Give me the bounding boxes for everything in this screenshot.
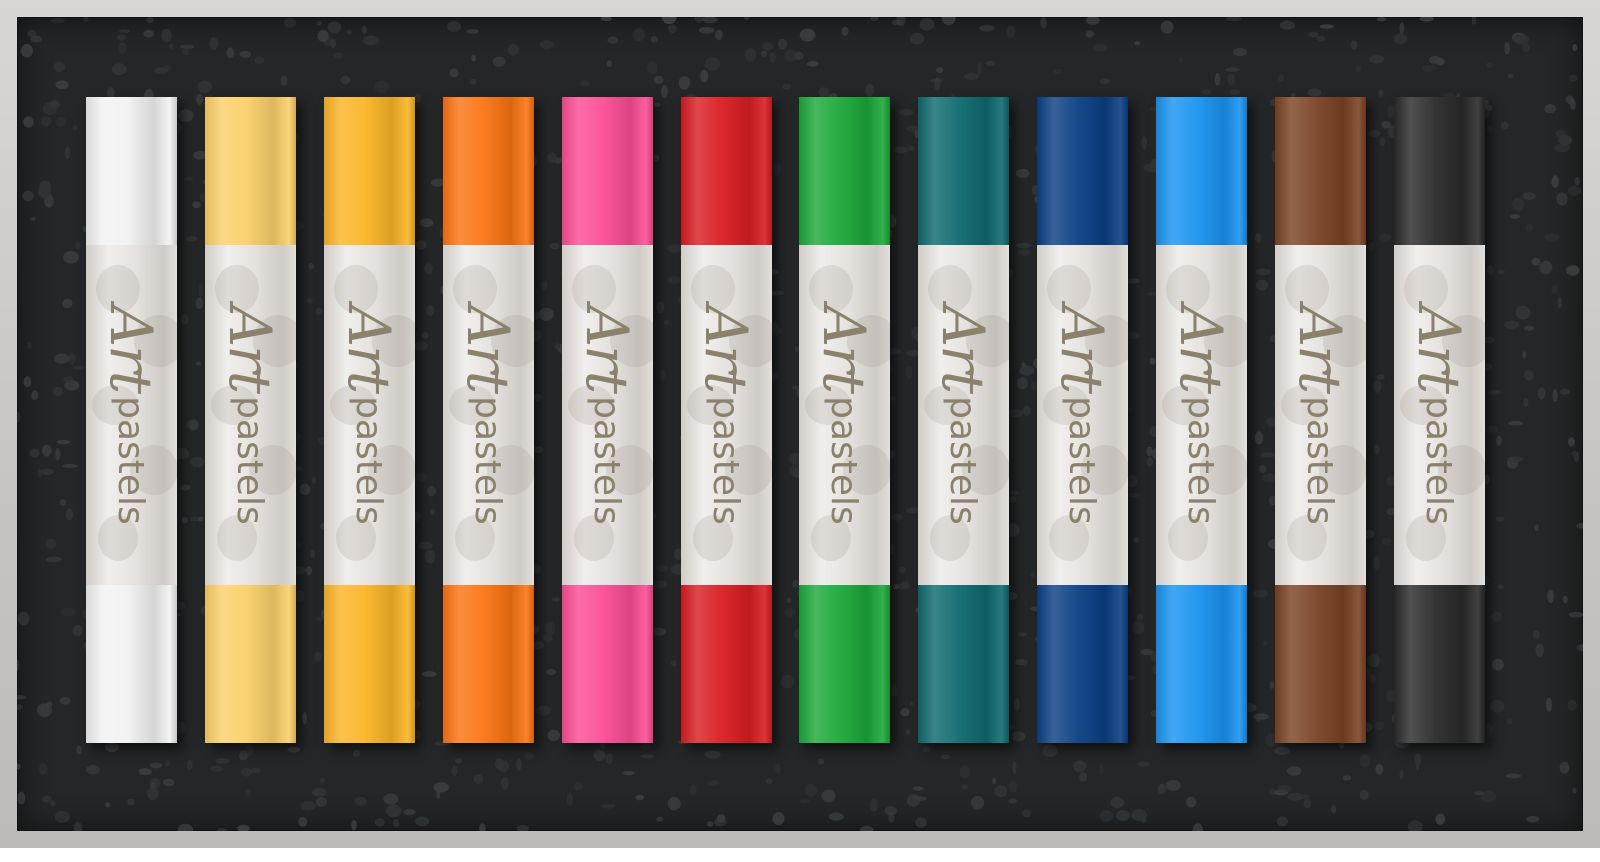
brand-label: Art pastels — [1399, 245, 1479, 585]
green-pastel-stick: Art pastels — [799, 97, 890, 743]
brand-script-text: Art — [573, 305, 641, 393]
brand-word-text: pastels — [586, 396, 628, 525]
brand-word-text: pastels — [1180, 396, 1222, 525]
pastel-paper-wrapper: Art pastels — [443, 245, 534, 585]
pastel-paper-wrapper: Art pastels — [324, 245, 415, 585]
brand-script-text: Art — [216, 305, 284, 393]
light-yellow-pastel-stick: Art pastels — [205, 97, 296, 743]
pastel-paper-wrapper: Art pastels — [1037, 245, 1128, 585]
white-pastel-stick: Art pastels — [86, 97, 177, 743]
brand-script-text: Art — [454, 305, 522, 393]
brand-label: Art pastels — [329, 245, 409, 585]
brand-label: Art pastels — [448, 245, 528, 585]
pastel-paper-wrapper: Art pastels — [1156, 245, 1247, 585]
brand-script-text: Art — [929, 305, 997, 393]
brand-script-text: Art — [692, 305, 760, 393]
brand-label: Art pastels — [210, 245, 290, 585]
brand-word-text: pastels — [1299, 396, 1341, 525]
brand-script-text: Art — [1048, 305, 1116, 393]
pastel-tray: Art pastels Art pastels Art pastels Art pastels… — [17, 17, 1583, 831]
pastel-paper-wrapper: Art pastels — [205, 245, 296, 585]
orange-pastel-stick: Art pastels — [443, 97, 534, 743]
pink-pastel-stick: Art pastels — [562, 97, 653, 743]
brand-word-text: pastels — [467, 396, 509, 525]
brand-word-text: pastels — [1061, 396, 1103, 525]
brand-word-text: pastels — [229, 396, 271, 525]
brand-label: Art pastels — [1280, 245, 1360, 585]
brand-script-text: Art — [1167, 305, 1235, 393]
black-pastel-stick: Art pastels — [1394, 97, 1485, 743]
brand-label: Art pastels — [91, 245, 171, 585]
brand-label: Art pastels — [804, 245, 884, 585]
navy-blue-pastel-stick: Art pastels — [1037, 97, 1128, 743]
brand-label: Art pastels — [923, 245, 1003, 585]
brand-script-text: Art — [810, 305, 878, 393]
brand-word-text: pastels — [942, 396, 984, 525]
yellow-pastel-stick: Art pastels — [324, 97, 415, 743]
brand-word-text: pastels — [348, 396, 390, 525]
brand-word-text: pastels — [1418, 396, 1460, 525]
brand-word-text: pastels — [705, 396, 747, 525]
pastel-paper-wrapper: Art pastels — [86, 245, 177, 585]
brand-script-text: Art — [97, 305, 165, 393]
pastel-paper-wrapper: Art pastels — [562, 245, 653, 585]
brand-script-text: Art — [335, 305, 403, 393]
brand-script-text: Art — [1286, 305, 1354, 393]
red-pastel-stick: Art pastels — [681, 97, 772, 743]
pastel-paper-wrapper: Art pastels — [918, 245, 1009, 585]
brand-label: Art pastels — [686, 245, 766, 585]
pastel-paper-wrapper: Art pastels — [1275, 245, 1366, 585]
brand-label: Art pastels — [1042, 245, 1122, 585]
brand-script-text: Art — [1405, 305, 1473, 393]
brand-word-text: pastels — [110, 396, 152, 525]
brand-label: Art pastels — [567, 245, 647, 585]
brown-pastel-stick: Art pastels — [1275, 97, 1366, 743]
pastel-paper-wrapper: Art pastels — [1394, 245, 1485, 585]
brand-word-text: pastels — [823, 396, 865, 525]
box-frame: Art pastels Art pastels Art pastels Art pastels… — [0, 0, 1600, 848]
brand-label: Art pastels — [1161, 245, 1241, 585]
sky-blue-pastel-stick: Art pastels — [1156, 97, 1247, 743]
teal-pastel-stick: Art pastels — [918, 97, 1009, 743]
pastel-paper-wrapper: Art pastels — [799, 245, 890, 585]
pastel-paper-wrapper: Art pastels — [681, 245, 772, 585]
